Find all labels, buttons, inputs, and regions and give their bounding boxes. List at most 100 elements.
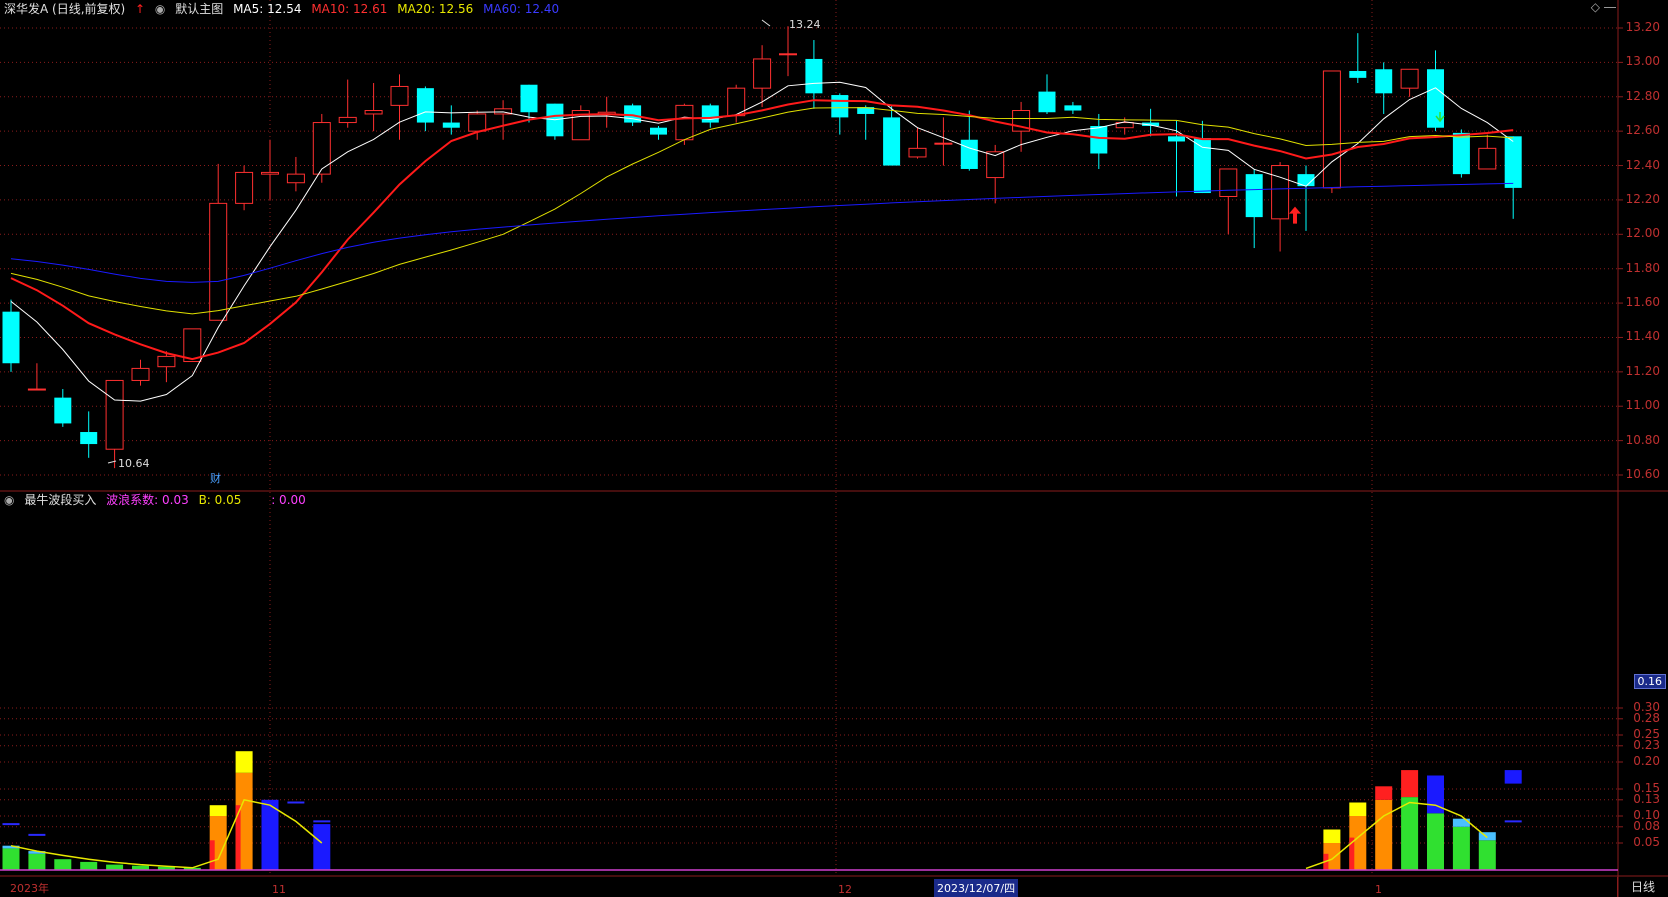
- x-label-jan: 1: [1375, 883, 1382, 896]
- indicator-b: B: 0.05: [198, 493, 242, 507]
- indicator-bar: [80, 861, 98, 870]
- candle-body: [1038, 91, 1056, 113]
- indicator-bar-cap: [209, 805, 227, 816]
- candle-body: [779, 53, 797, 56]
- ma20-value: MA20: 12.56: [397, 2, 474, 16]
- ma5-line: [10, 81, 1514, 402]
- indicator-bar-cap: [1375, 786, 1393, 800]
- indicator-axis-label: 0.05: [1633, 835, 1660, 849]
- main-chart-header: 深华发A (日线,前复权) ↑ ◉ 默认主图 MA5: 12.54 MA10: …: [4, 0, 565, 17]
- indicator-bar-cap: [1349, 802, 1367, 816]
- x-label-dec: 12: [838, 883, 852, 896]
- candle-body: [908, 147, 927, 158]
- price-axis-label: 12.00: [1625, 226, 1660, 241]
- indicator-bar-cap: [1401, 770, 1419, 798]
- ma10-value: MA10: 12.61: [311, 2, 388, 16]
- candle-body: [54, 397, 72, 424]
- candle-body: [934, 142, 953, 145]
- indicator-bar-cap: [1452, 818, 1470, 827]
- candle-body: [1504, 136, 1522, 188]
- candle-body: [1478, 147, 1497, 170]
- arrow-up-icon: ↑: [135, 2, 146, 16]
- candle-body: [209, 202, 228, 321]
- price-axis-label: 11.80: [1625, 260, 1660, 275]
- x-label-nov: 11: [272, 883, 286, 896]
- candle-body: [1400, 68, 1419, 89]
- minimize-icon[interactable]: ―: [1604, 0, 1616, 14]
- template-label[interactable]: 默认主图: [175, 2, 223, 16]
- candle-body: [650, 127, 667, 135]
- indicator-bar: [28, 853, 46, 870]
- price-axis-label: 13.00: [1625, 54, 1660, 69]
- candle-body: [338, 116, 357, 124]
- indicator-axis-label: 0.23: [1633, 737, 1660, 752]
- indicator-bar: [2, 848, 20, 870]
- candle-body: [312, 122, 331, 175]
- candle-body: [286, 173, 305, 184]
- price-axis-label: 12.60: [1625, 123, 1660, 138]
- candle-body: [1322, 70, 1341, 189]
- diamond-icon[interactable]: ◇: [1591, 0, 1600, 14]
- candle-body: [753, 58, 772, 89]
- indicator-current-value: 0.16: [1633, 674, 1666, 689]
- indicator-axis-label: 0.13: [1633, 791, 1660, 806]
- candle-body: [520, 84, 538, 113]
- indicator-bar: [1375, 799, 1393, 870]
- price-axis-label: 11.00: [1625, 398, 1660, 413]
- candle-body: [675, 104, 694, 141]
- period-selector[interactable]: 日线: [1617, 877, 1668, 897]
- candle-body: [1245, 174, 1263, 218]
- candle-body: [390, 85, 409, 106]
- price-axis-label: 12.20: [1625, 191, 1660, 206]
- candle-body: [105, 379, 124, 450]
- indicator-bar-cap: [235, 751, 253, 773]
- candle-body: [261, 171, 279, 175]
- settings-icon[interactable]: ◉: [155, 2, 165, 16]
- indicator-bar: [1401, 797, 1419, 870]
- indicator-bar-cap: [1323, 829, 1341, 843]
- candle-body: [80, 432, 98, 445]
- indicator-bar: [54, 859, 72, 870]
- x-label-year: 2023年: [10, 882, 49, 895]
- indicator-coef: 波浪系数: 0.03: [106, 493, 189, 507]
- candle-body: [1090, 125, 1108, 154]
- candle-body: [1271, 165, 1290, 220]
- candle-body: [131, 367, 150, 381]
- candle-body: [883, 117, 901, 166]
- high-pointer: [761, 19, 771, 27]
- candle-body: [805, 58, 823, 94]
- finance-marker[interactable]: 财: [210, 470, 221, 486]
- candle-body: [364, 110, 383, 115]
- ma10-line: [10, 99, 1514, 361]
- candle-body: [416, 88, 434, 123]
- price-axis-label: 12.40: [1625, 157, 1660, 172]
- candle-body: [1375, 69, 1393, 94]
- indicator-bar: [1427, 813, 1444, 870]
- kline-chart[interactable]: [0, 0, 1668, 897]
- indicator-header: ◉ 最牛波段买入 波浪系数: 0.03 B: 0.05 : 0.00: [4, 491, 312, 508]
- indicator-axis-label: 0.08: [1633, 818, 1660, 833]
- candle-body: [831, 95, 849, 118]
- candle-body: [1064, 105, 1082, 111]
- price-axis-label: 10.60: [1625, 467, 1660, 481]
- stock-title[interactable]: 深华发A (日线,前复权): [4, 2, 125, 16]
- candle-body: [1349, 70, 1367, 78]
- candle-body: [1193, 138, 1211, 194]
- price-axis-label: 11.40: [1625, 329, 1660, 344]
- buy-arrow-icon: [1289, 206, 1301, 224]
- price-axis-label: 11.60: [1625, 295, 1660, 310]
- low-label: 10.64: [118, 457, 150, 470]
- indicator-bar: [1478, 840, 1496, 870]
- indicator-toggle-icon[interactable]: ◉: [4, 493, 14, 507]
- indicator-c: : 0.00: [271, 493, 306, 507]
- indicator-bar: [106, 864, 124, 870]
- price-axis-label: 10.80: [1625, 432, 1660, 447]
- indicator-name[interactable]: 最牛波段买入: [24, 493, 96, 507]
- cursor-date: 2023/12/07/四: [934, 879, 1019, 897]
- candle-body: [235, 171, 254, 204]
- candle-body: [27, 388, 46, 391]
- indicator-bar-inner: [209, 840, 215, 870]
- high-label: 13.24: [789, 18, 821, 31]
- ma5-value: MA5: 12.54: [233, 2, 302, 16]
- price-axis-label: 13.20: [1625, 20, 1660, 34]
